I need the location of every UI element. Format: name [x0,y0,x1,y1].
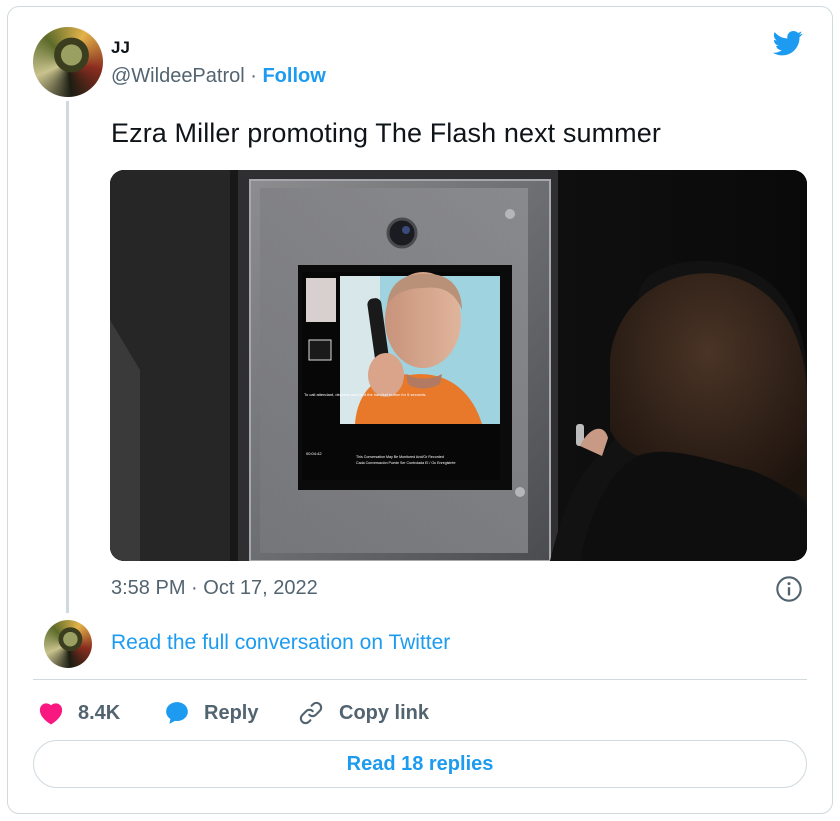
reply-button[interactable]: Reply [164,697,258,729]
copy-link-button[interactable]: Copy link [297,697,429,729]
follow-button[interactable]: Follow [262,65,325,87]
twitter-bird-icon[interactable] [770,28,806,58]
screen-clock: 00:04:42 [306,451,322,456]
tweet-text: Ezra Miller promoting The Flash next sum… [111,118,661,148]
read-replies-button[interactable]: Read 18 replies [33,740,807,788]
author-name[interactable]: JJ [111,38,130,58]
screen-text-monitored: This Conversation May Be Monitored And/O… [356,455,444,459]
link-icon [299,701,323,725]
screen-text-spanish: Cada Conversación Puede Ser Controlada E… [356,461,455,465]
divider [33,679,807,680]
like-button[interactable]: 8.4K [38,697,120,729]
author-handle-row: @WildeePatrol · Follow [111,65,326,88]
author-avatar[interactable] [33,27,103,97]
tweet-media-image[interactable]: To call attendant, depress and hold the … [110,170,807,561]
copy-link-label: Copy link [339,701,430,724]
conversation-avatar[interactable] [44,620,92,668]
reply-bubble-icon [166,702,188,724]
read-full-conversation-link[interactable]: Read the full conversation on Twitter [111,631,450,655]
thread-line [66,101,69,613]
screen-text-attendant: To call attendant, depress and hold the … [304,392,427,397]
heart-icon [39,703,63,725]
handle-separator: · [244,65,263,87]
tweet-timestamp[interactable]: 3:58 PM · Oct 17, 2022 [111,577,318,600]
author-handle[interactable]: @WildeePatrol [111,65,245,87]
info-icon[interactable] [775,575,803,603]
reply-label: Reply [204,701,259,724]
like-count: 8.4K [78,701,121,724]
prison-video-call-photo: To call attendant, depress and hold the … [110,170,807,561]
